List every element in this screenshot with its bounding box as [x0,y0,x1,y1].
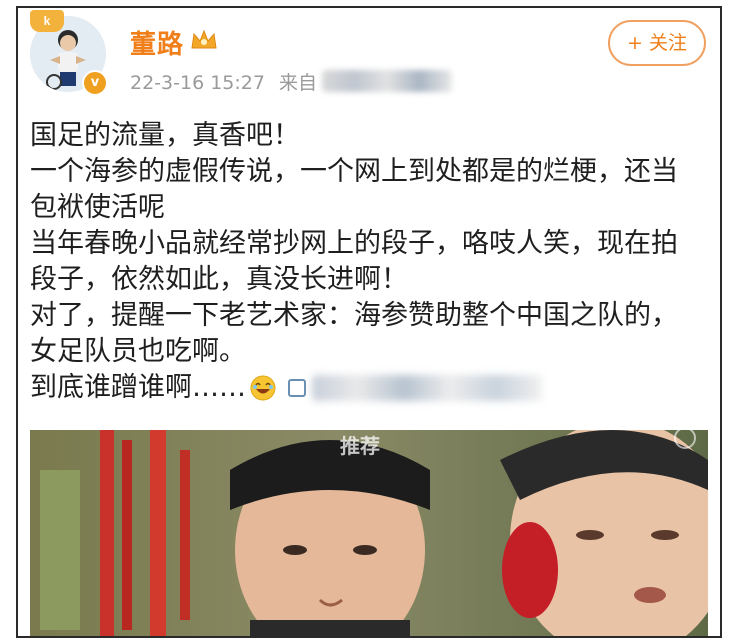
verified-badge: v [82,70,108,96]
author-name[interactable]: 董路 [130,24,184,61]
post-text-line: 一个海参的虚假传说，一个网上到处都是的烂梗，还当 [30,156,678,187]
weibo-post-card: k v 董路 22-3-16 15:27 来自 + 关注 国足的流量，真香吧！ 一… [0,0,738,644]
crown-icon [191,29,217,49]
post-text-line: 当年春晚小品就经常抄网上的段子，咯吱人笑，现在拍 [30,228,678,259]
post-timestamp: 22-3-16 15:27 [130,72,265,94]
post-text-line: 包袱使活呢 [30,192,165,223]
post-text-line: 国足的流量，真香吧！ [30,120,300,151]
post-text: 国足的流量，真香吧！ 一个海参的虚假传说，一个网上到处都是的烂梗，还当 包袱使活… [30,118,720,406]
post-text-line: 对了，提醒一下老艺术家：海参赞助整个中国之队的， [30,300,678,331]
video-thumbnail[interactable] [30,430,708,638]
post-text-line: 到底谁蹭谁啊…… [30,372,246,403]
link-icon[interactable] [288,379,306,397]
post-meta: 22-3-16 15:27 来自 [130,68,317,95]
source-prefix: 来自 [278,72,317,94]
video-caption: 推荐 [340,434,380,458]
post-text-line: 女足队员也吃啊。 [30,336,246,367]
post-text-last-line: 到底谁蹭谁啊…… [30,370,720,406]
blurred-link[interactable] [312,375,542,401]
post-text-line: 段子，依然如此，真没长进啊！ [30,264,408,295]
follow-button[interactable]: + 关注 [608,20,706,66]
video-frame-image [30,430,708,638]
laugh-icon [250,375,276,401]
avatar-level-badge: k [30,10,64,32]
blurred-source-client [322,70,452,92]
